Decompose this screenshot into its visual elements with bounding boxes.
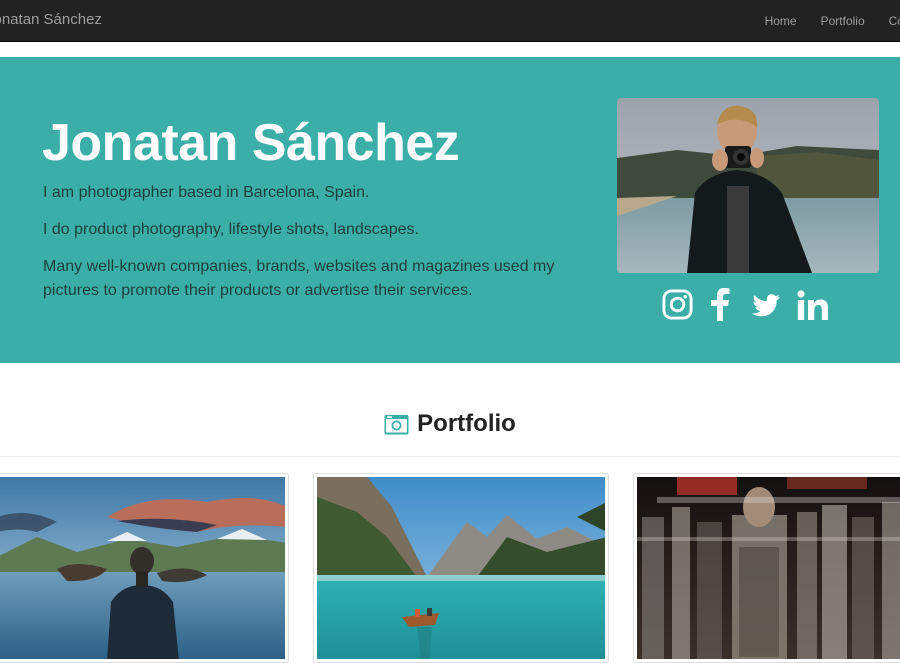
nav-link-portfolio[interactable]: Portfolio (821, 14, 865, 28)
portfolio-heading-text: Portfolio (417, 410, 516, 437)
hero-section: Jonatan Sánchez I am photographer based … (0, 57, 900, 363)
portfolio-item-lake[interactable] (0, 473, 289, 663)
portfolio-heading: Portfolio (0, 410, 900, 438)
portfolio-image-crowd (637, 477, 900, 659)
profile-photo (617, 98, 879, 273)
portfolio-item-mountain-lake[interactable] (313, 473, 609, 663)
hero-services-text: I do product photography, lifestyle shot… (43, 221, 419, 238)
nav-link-home[interactable]: Home (765, 14, 797, 28)
section-divider (0, 456, 900, 457)
nav-link-contact[interactable]: Contact (889, 14, 900, 28)
instagram-icon[interactable] (662, 289, 693, 320)
hero-intro-text: I am photographer based in Barcelona, Sp… (43, 184, 370, 201)
portfolio-item-crowd[interactable] (633, 473, 900, 663)
nav-links: Home Portfolio Contact (765, 0, 900, 42)
navbar: Jonatan Sánchez Home Portfolio Contact (0, 0, 900, 42)
camera-icon (384, 414, 409, 434)
brand-link[interactable]: Jonatan Sánchez (0, 11, 102, 28)
hero-title: Jonatan Sánchez (42, 114, 460, 172)
social-links (662, 288, 829, 321)
hero-clients-text: Many well-known companies, brands, websi… (43, 258, 555, 299)
linkedin-icon[interactable] (797, 289, 829, 320)
portfolio-image-mountain-lake (317, 477, 605, 659)
facebook-icon[interactable] (710, 288, 730, 321)
twitter-icon[interactable] (747, 291, 780, 319)
portfolio-image-lake (0, 477, 285, 659)
